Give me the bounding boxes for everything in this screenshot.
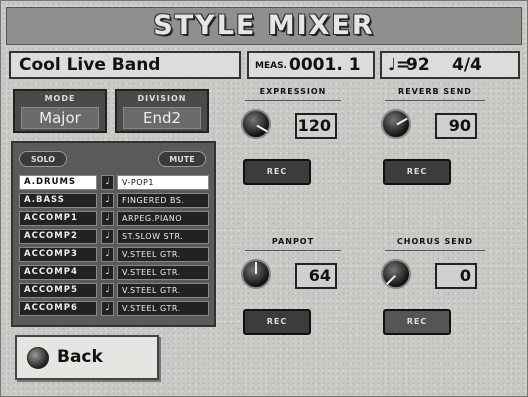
song-name: Cool Live Band — [19, 55, 161, 75]
quarter-note-icon: ♩ — [101, 211, 114, 226]
knob-pointer — [256, 124, 268, 133]
reverb-send-label: REVERB SEND — [385, 87, 485, 101]
tempo-box: ♩= 92 4/4 — [380, 51, 520, 79]
quarter-note-icon: ♩ — [101, 229, 114, 244]
division-value: End2 — [123, 107, 201, 129]
measure-label: MEAS. — [255, 61, 287, 71]
track-tone-name: V.STEEL GTR. — [117, 247, 209, 262]
reverb-send-rec-button[interactable]: REC — [383, 159, 451, 185]
track-row[interactable]: ACCOMP2 ♩ ST.SLOW STR. — [19, 229, 209, 244]
expression-knob-icon[interactable] — [241, 109, 271, 139]
track-part-name: ACCOMP5 — [19, 283, 97, 298]
track-tone-name: V.STEEL GTR. — [117, 283, 209, 298]
panpot-rec-button[interactable]: REC — [243, 309, 311, 335]
panpot-label: PANPOT — [245, 237, 341, 251]
expression-value[interactable]: 120 — [295, 113, 337, 139]
track-tone-name: V-POP1 — [117, 175, 209, 190]
back-label: Back — [57, 347, 103, 367]
song-name-box: Cool Live Band — [9, 51, 241, 79]
knob-pointer — [255, 262, 257, 274]
track-part-name: A.DRUMS — [19, 175, 97, 190]
track-row[interactable]: ACCOMP1 ♩ ARPEG.PIANO — [19, 211, 209, 226]
track-row[interactable]: A.BASS ♩ FINGERED BS. — [19, 193, 209, 208]
track-part-name: ACCOMP1 — [19, 211, 97, 226]
reverb-send-knob-icon[interactable] — [381, 109, 411, 139]
track-row[interactable]: ACCOMP4 ♩ V.STEEL GTR. — [19, 265, 209, 280]
track-row[interactable]: A.DRUMS ♩ V-POP1 — [19, 175, 209, 190]
track-row[interactable]: ACCOMP5 ♩ V.STEEL GTR. — [19, 283, 209, 298]
mode-value: Major — [21, 107, 99, 129]
page-title: STYLE MIXER — [153, 10, 375, 41]
track-part-name: ACCOMP4 — [19, 265, 97, 280]
track-tone-name: V.STEEL GTR. — [117, 301, 209, 316]
track-part-name: ACCOMP3 — [19, 247, 97, 262]
mode-label: MODE — [44, 94, 76, 103]
chorus-send-knob-icon[interactable] — [381, 259, 411, 289]
solo-button[interactable]: SOLO — [19, 151, 67, 167]
style-mixer-screen: STYLE MIXER Cool Live Band MEAS. 0001. 1… — [0, 0, 528, 397]
track-part-name: ACCOMP6 — [19, 301, 97, 316]
tempo-value: 92 — [406, 55, 430, 75]
title-bar: STYLE MIXER — [6, 7, 522, 45]
mute-button[interactable]: MUTE — [158, 151, 206, 167]
back-icon — [27, 347, 49, 369]
knob-pointer — [386, 275, 396, 285]
track-tone-name: V.STEEL GTR. — [117, 265, 209, 280]
quarter-note-icon: ♩ — [101, 283, 114, 298]
division-label: DIVISION — [137, 94, 187, 103]
back-button[interactable]: Back — [15, 335, 159, 380]
mode-selector[interactable]: MODE Major — [13, 89, 107, 133]
track-panel: SOLO MUTE A.DRUMS ♩ V-POP1 A.BASS ♩ FING… — [11, 141, 216, 327]
measure-value: 0001. 1 — [289, 55, 361, 75]
track-part-name: ACCOMP2 — [19, 229, 97, 244]
track-part-name: A.BASS — [19, 193, 97, 208]
beat-value: 4/4 — [452, 55, 482, 75]
chorus-send-value[interactable]: 0 — [435, 263, 477, 289]
measure-box: MEAS. 0001. 1 — [247, 51, 375, 79]
quarter-note-icon: ♩ — [101, 301, 114, 316]
chorus-send-label: CHORUS SEND — [385, 237, 485, 251]
track-row[interactable]: ACCOMP6 ♩ V.STEEL GTR. — [19, 301, 209, 316]
quarter-note-icon: ♩ — [101, 265, 114, 280]
quarter-note-icon: ♩ — [101, 175, 114, 190]
track-row[interactable]: ACCOMP3 ♩ V.STEEL GTR. — [19, 247, 209, 262]
panpot-value[interactable]: 64 — [295, 263, 337, 289]
panpot-knob-icon[interactable] — [241, 259, 271, 289]
knob-pointer — [396, 117, 408, 126]
reverb-send-value[interactable]: 90 — [435, 113, 477, 139]
track-tone-name: FINGERED BS. — [117, 193, 209, 208]
chorus-send-rec-button[interactable]: REC — [383, 309, 451, 335]
quarter-note-icon: ♩ — [101, 247, 114, 262]
division-selector[interactable]: DIVISION End2 — [115, 89, 209, 133]
track-tone-name: ARPEG.PIANO — [117, 211, 209, 226]
expression-rec-button[interactable]: REC — [243, 159, 311, 185]
track-tone-name: ST.SLOW STR. — [117, 229, 209, 244]
expression-label: EXPRESSION — [245, 87, 341, 101]
quarter-note-icon: ♩ — [101, 193, 114, 208]
